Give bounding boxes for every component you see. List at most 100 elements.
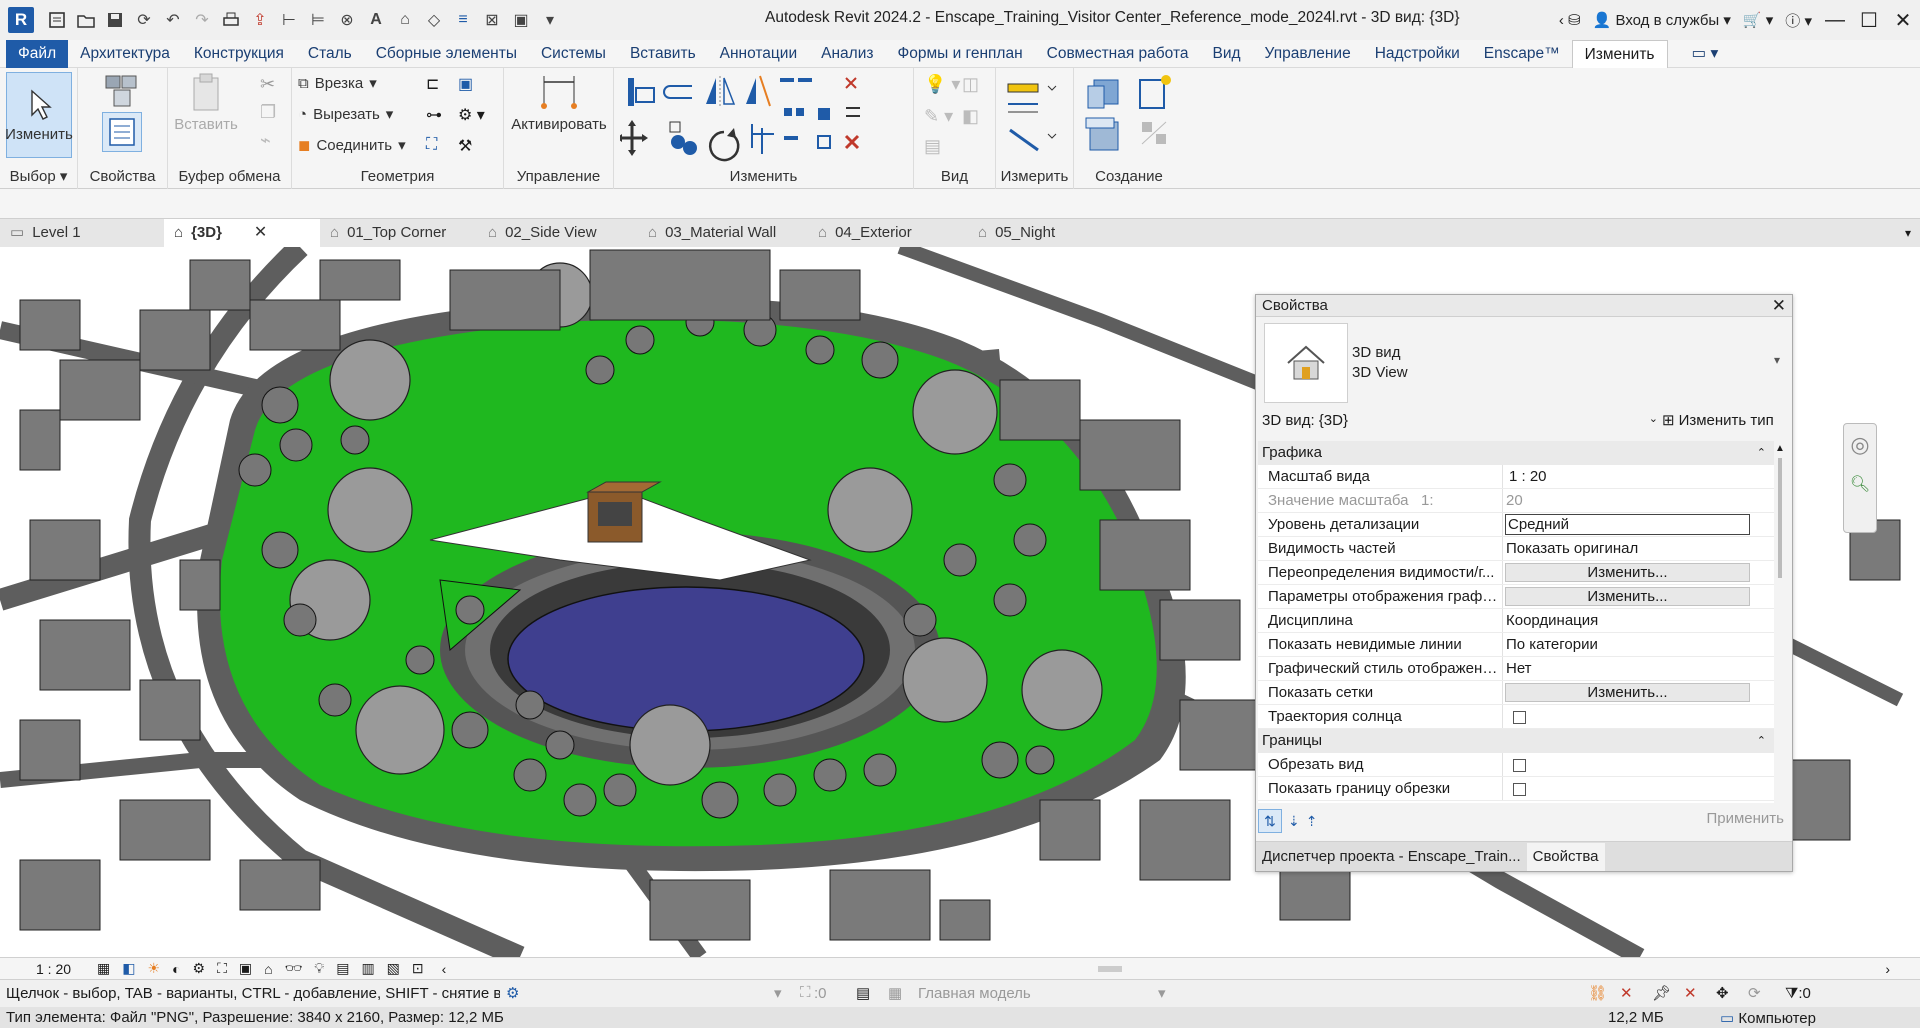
select-links-icon[interactable]: ⛓ bbox=[1588, 984, 1607, 1002]
properties-scrollbar[interactable]: ▲ bbox=[1774, 443, 1786, 801]
demolish-icon[interactable]: ⛶ bbox=[426, 136, 437, 154]
default-3d-view-icon[interactable]: ⌂ bbox=[392, 7, 418, 33]
analytical-icon[interactable]: ▥ bbox=[361, 960, 374, 977]
vg-overrides-edit-button[interactable]: Изменить... bbox=[1505, 563, 1750, 582]
tab-properties[interactable]: Свойства bbox=[1526, 842, 1605, 871]
property-value[interactable]: Координация bbox=[1503, 609, 1774, 632]
paint-icon[interactable]: ⚙ ▾ bbox=[458, 105, 485, 125]
select-pinned-icon[interactable]: 📌︎ bbox=[1652, 984, 1671, 1002]
tab-precast[interactable]: Сборные элементы bbox=[364, 40, 529, 68]
select-by-face-icon[interactable]: ✕ bbox=[1684, 984, 1697, 1002]
show-crop-icon[interactable]: ▣ bbox=[239, 960, 252, 977]
minimize-icon[interactable]: — bbox=[1818, 0, 1852, 40]
sort-desc-icon[interactable]: ⇡ bbox=[1306, 813, 1318, 830]
print-icon[interactable] bbox=[218, 7, 244, 33]
tab-annotate[interactable]: Аннотации bbox=[708, 40, 809, 68]
filter-icon[interactable]: ◧ bbox=[962, 106, 979, 127]
instance-filter[interactable]: 3D вид: {3D} ⌄ bbox=[1258, 412, 1662, 429]
tab-steel[interactable]: Сталь bbox=[296, 40, 364, 68]
close-icon[interactable]: ✕ bbox=[1886, 0, 1920, 40]
view-tab-level-1[interactable]: ▭ Level 1 bbox=[0, 219, 164, 247]
scroll-right-icon[interactable]: › bbox=[1885, 961, 1890, 977]
linework-icon[interactable]: ✎ ▾ bbox=[924, 106, 953, 127]
search-icon[interactable]: ‹ ⛁ bbox=[1559, 11, 1581, 29]
tab-structure[interactable]: Конструкция bbox=[182, 40, 296, 68]
beam-join-icon[interactable]: ⊶ bbox=[426, 105, 442, 125]
activate-button[interactable]: Активировать bbox=[508, 72, 610, 133]
temporary-hide-icon[interactable]: 👓︎ bbox=[285, 960, 303, 977]
visual-style-icon[interactable]: ◧ bbox=[122, 960, 135, 977]
properties-header[interactable]: Свойства ✕ bbox=[1256, 295, 1792, 317]
view-tab-night[interactable]: ⌂ 05_Night bbox=[968, 219, 1108, 247]
worksharing-icon[interactable]: ▤ bbox=[336, 960, 349, 977]
match-properties-icon[interactable]: ⌁ bbox=[260, 130, 271, 151]
view-tab-exterior[interactable]: ⌂ 04_Exterior bbox=[808, 219, 968, 247]
open-folder-icon[interactable] bbox=[73, 7, 99, 33]
tab-addins[interactable]: Надстройки bbox=[1363, 40, 1472, 68]
wall-joins-icon[interactable]: ⊏ bbox=[426, 74, 439, 94]
select-underlay-icon[interactable]: ✕ bbox=[1620, 984, 1633, 1002]
tab-architecture[interactable]: Архитектура bbox=[68, 40, 182, 68]
cart-icon[interactable]: 🛒 ▾ bbox=[1743, 11, 1773, 29]
sun-path-icon[interactable]: ☀ bbox=[148, 960, 161, 977]
property-value[interactable]: Нет bbox=[1503, 657, 1774, 680]
navigation-bar[interactable]: ◎ 🔍︎ bbox=[1843, 423, 1877, 533]
sort-asc-icon[interactable]: ⇣ bbox=[1288, 813, 1300, 830]
zoom-icon[interactable]: 🔍︎ bbox=[1844, 474, 1876, 494]
tag-icon[interactable]: ⊗ bbox=[334, 7, 360, 33]
measure-icon[interactable]: ⊢ bbox=[276, 7, 302, 33]
collapse-icon[interactable]: ⌃ bbox=[1757, 441, 1766, 465]
tab-collaborate[interactable]: Совместная работа bbox=[1035, 40, 1201, 68]
tab-enscape[interactable]: Enscape™ bbox=[1472, 40, 1572, 68]
cut-geometry-button[interactable]: ◔ Вырезать ▾ bbox=[298, 105, 393, 124]
design-options-icon[interactable]: ▤ bbox=[856, 984, 870, 1002]
constraints-icon[interactable]: ⊡ bbox=[412, 960, 424, 977]
redo-icon[interactable]: ↷ bbox=[189, 7, 215, 33]
workset-dropdown[interactable]: ▾ bbox=[774, 984, 782, 1002]
design-option-field[interactable]: Главная модель bbox=[918, 985, 1031, 1002]
detail-level-icon[interactable]: ▦ bbox=[97, 960, 110, 977]
property-value[interactable]: 1 : 20 bbox=[1503, 465, 1774, 488]
editable-only-icon[interactable]: ⛶ bbox=[800, 984, 811, 1001]
view-scale[interactable]: 1 : 20 bbox=[36, 961, 71, 977]
property-value[interactable]: По категории bbox=[1503, 633, 1774, 656]
reveal-hidden-icon[interactable]: 💡︎ bbox=[314, 960, 324, 977]
tab-systems[interactable]: Системы bbox=[529, 40, 618, 68]
property-value[interactable]: Показать оригинал bbox=[1503, 537, 1774, 560]
tab-insert[interactable]: Вставить bbox=[618, 40, 708, 68]
export-icon[interactable]: ⇪ bbox=[247, 7, 273, 33]
revit-logo[interactable]: R bbox=[8, 7, 34, 33]
view-tab-material-wall[interactable]: ⌂ 03_Material Wall bbox=[638, 219, 808, 247]
text-icon[interactable]: A bbox=[363, 7, 389, 33]
highlight-boundary-icon[interactable]: ▧ bbox=[387, 960, 400, 977]
design-option-dropdown[interactable]: ▾ bbox=[1158, 984, 1166, 1002]
split-face-icon[interactable]: ▣ bbox=[458, 74, 473, 94]
tab-manage[interactable]: Управление bbox=[1253, 40, 1363, 68]
shadows-icon[interactable]: ◐ bbox=[172, 961, 180, 977]
unlocked-3d-icon[interactable]: ⌂ bbox=[264, 961, 272, 977]
switch-windows-icon[interactable]: ▣ bbox=[508, 7, 534, 33]
close-hidden-icon[interactable]: ⊠ bbox=[479, 7, 505, 33]
undo-icon[interactable]: ↶ bbox=[160, 7, 186, 33]
tabs-dropdown-icon[interactable]: ▾ bbox=[1896, 219, 1920, 247]
override-graphics-icon[interactable]: 💡 ▾ bbox=[924, 74, 960, 95]
customize-qat-icon[interactable]: ▾ bbox=[537, 7, 563, 33]
type-properties-icon[interactable] bbox=[102, 72, 142, 110]
help-icon[interactable]: ⓘ ▾ bbox=[1785, 10, 1812, 31]
view-tab-side-view[interactable]: ⌂ 02_Side View bbox=[478, 219, 638, 247]
view-tab-3d[interactable]: ⌂ {3D} ✕ bbox=[164, 219, 320, 247]
background-process-icon[interactable]: ⟳ bbox=[1748, 984, 1761, 1002]
thin-lines-icon[interactable]: ≡ bbox=[450, 7, 476, 33]
pin-view-icon[interactable]: ▤ bbox=[924, 136, 941, 157]
tab-view[interactable]: Вид bbox=[1201, 40, 1253, 68]
crop-view-icon[interactable]: ⛶ bbox=[217, 960, 227, 977]
drag-elements-icon[interactable]: ✥ bbox=[1716, 984, 1729, 1002]
sort-category-icon[interactable]: ⇅ bbox=[1258, 809, 1282, 833]
tab-file[interactable]: Файл bbox=[6, 39, 69, 68]
close-icon[interactable]: ✕ bbox=[1772, 295, 1786, 317]
hammer-icon[interactable]: ⚒ bbox=[458, 136, 472, 156]
crop-view-checkbox[interactable] bbox=[1513, 759, 1526, 772]
detail-level-input[interactable]: Средний bbox=[1505, 514, 1750, 535]
measure-icons[interactable] bbox=[1004, 74, 1068, 158]
show-grids-edit-button[interactable]: Изменить... bbox=[1505, 683, 1750, 702]
